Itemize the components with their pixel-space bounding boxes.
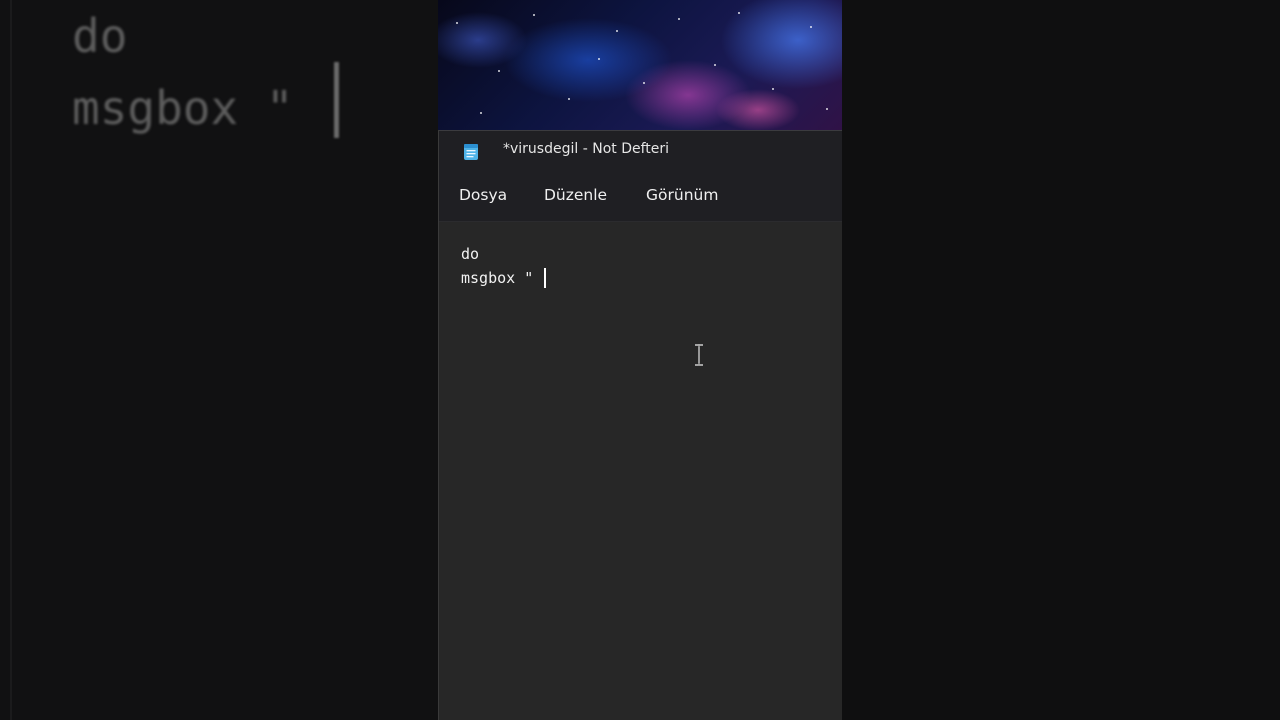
editor-line-2: msgbox " bbox=[461, 269, 534, 287]
desktop-wallpaper bbox=[438, 0, 842, 132]
i-beam-cursor-icon bbox=[695, 344, 703, 366]
zoomed-caret bbox=[334, 62, 339, 138]
editor-content: do msgbox " bbox=[461, 242, 533, 290]
zoomed-background-left: do msgbox " bbox=[0, 0, 438, 720]
window-title: *virusdegil - Not Defteri bbox=[503, 141, 670, 157]
notepad-window: *virusdegil - Not Defteri Dosya Düzenle … bbox=[438, 130, 842, 720]
text-editor[interactable]: do msgbox " bbox=[439, 222, 842, 720]
zoomed-editor-text: do msgbox " bbox=[72, 0, 294, 144]
text-caret bbox=[544, 268, 546, 288]
menu-view[interactable]: Görünüm bbox=[646, 186, 718, 204]
zoomed-line-2: msgbox " bbox=[72, 81, 294, 135]
screen-capture: *virusdegil - Not Defteri Dosya Düzenle … bbox=[438, 0, 842, 720]
ghost-edge bbox=[10, 0, 12, 720]
menu-bar: Dosya Düzenle Görünüm bbox=[439, 171, 842, 222]
video-frame: do msgbox " *virusdegil - Not Defteri Do… bbox=[0, 0, 1280, 720]
menu-file[interactable]: Dosya bbox=[459, 186, 507, 204]
zoomed-line-1: do bbox=[72, 9, 128, 63]
notepad-icon bbox=[464, 144, 478, 160]
editor-line-1: do bbox=[461, 245, 480, 263]
menu-edit[interactable]: Düzenle bbox=[544, 186, 607, 204]
title-bar[interactable]: *virusdegil - Not Defteri bbox=[439, 130, 842, 171]
background-right bbox=[842, 0, 1280, 720]
